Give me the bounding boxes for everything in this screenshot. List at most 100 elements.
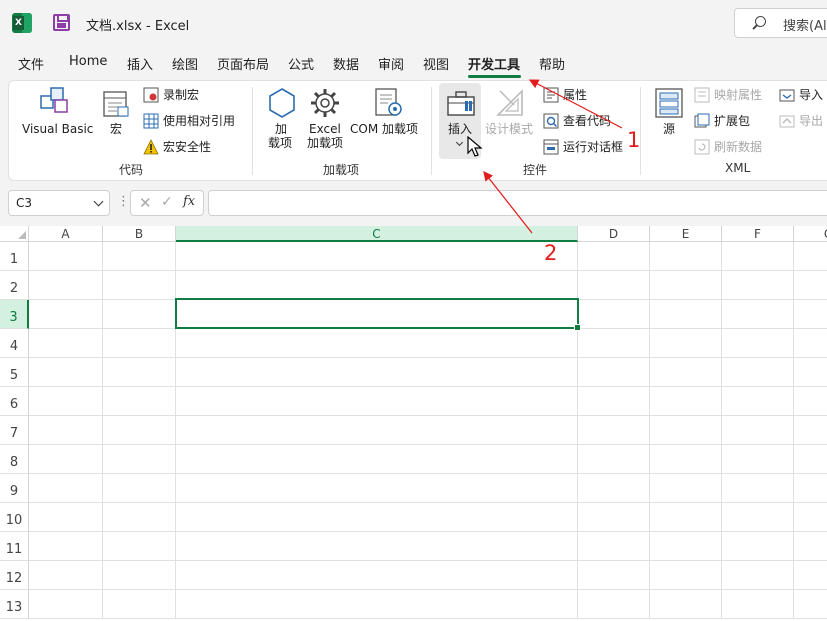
grid-cell[interactable] [578, 503, 650, 532]
row-header[interactable]: 7 [0, 416, 29, 445]
grid-cell[interactable] [176, 503, 578, 532]
grid-cell[interactable] [176, 242, 578, 271]
grid-cell[interactable] [794, 329, 827, 358]
grid-cell[interactable] [650, 329, 722, 358]
grid-cell[interactable] [176, 358, 578, 387]
grid-cell[interactable] [103, 300, 176, 329]
cancel-icon[interactable]: ✕ [139, 194, 152, 212]
grid-cell[interactable] [794, 503, 827, 532]
grid-cell[interactable] [722, 242, 794, 271]
grid-cell[interactable] [29, 590, 103, 619]
row-header[interactable]: 5 [0, 358, 29, 387]
grid-cell[interactable] [29, 300, 103, 329]
select-all-button[interactable] [0, 226, 29, 242]
grid-cell[interactable] [578, 329, 650, 358]
enter-icon[interactable]: ✓ [161, 194, 173, 210]
row-header[interactable]: 10 [0, 503, 29, 532]
grid-cell[interactable] [103, 387, 176, 416]
grid-cell[interactable] [722, 300, 794, 329]
row-header[interactable]: 3 [0, 300, 29, 329]
name-box[interactable]: C3 [8, 190, 110, 216]
row-header[interactable]: 13 [0, 590, 29, 619]
grid-cell[interactable] [103, 561, 176, 590]
grid-cell[interactable] [103, 329, 176, 358]
design-mode-button[interactable]: 设计模式 [485, 122, 533, 136]
grid-cell[interactable] [650, 358, 722, 387]
grid-cell[interactable] [176, 387, 578, 416]
excel-addins-button[interactable]: Excel [309, 122, 341, 136]
grid-cell[interactable] [794, 271, 827, 300]
grid-cell[interactable] [722, 416, 794, 445]
xml-source-button[interactable]: 源 [663, 122, 675, 136]
column-header-b[interactable]: B [103, 226, 176, 242]
grid-cell[interactable] [103, 503, 176, 532]
formula-input[interactable] [208, 190, 827, 216]
grid-cell[interactable] [103, 271, 176, 300]
row-header[interactable]: 1 [0, 242, 29, 271]
chevron-down-icon[interactable] [93, 196, 104, 207]
run-dialog-button[interactable]: 运行对话框 [563, 140, 623, 154]
grid-cell[interactable] [722, 445, 794, 474]
row-header[interactable]: 12 [0, 561, 29, 590]
grid-cell[interactable] [650, 445, 722, 474]
properties-button[interactable]: 属性 [563, 88, 587, 102]
save-icon[interactable] [53, 14, 70, 31]
grid-cell[interactable] [794, 387, 827, 416]
row-header[interactable]: 6 [0, 387, 29, 416]
grid-cell[interactable] [794, 532, 827, 561]
grid-cell[interactable] [794, 358, 827, 387]
row-header[interactable]: 4 [0, 329, 29, 358]
grid-cell[interactable] [29, 271, 103, 300]
grid-cell[interactable] [794, 300, 827, 329]
refresh-data-button[interactable]: 刷新数据 [714, 140, 762, 154]
grid-cell[interactable] [650, 300, 722, 329]
grid-cell[interactable] [176, 474, 578, 503]
grid-cell[interactable] [794, 445, 827, 474]
grid-cell[interactable] [794, 416, 827, 445]
grid-cell[interactable] [650, 590, 722, 619]
com-addins-button[interactable]: COM 加载项 [350, 122, 418, 136]
active-cell-c3[interactable] [175, 298, 581, 331]
visual-basic-button[interactable]: Visual Basic [22, 122, 93, 136]
grid-cell[interactable] [794, 561, 827, 590]
column-header-c[interactable]: C [176, 226, 578, 242]
grid-cell[interactable] [29, 242, 103, 271]
grid-cell[interactable] [176, 271, 578, 300]
export-button[interactable]: 导出 [799, 114, 823, 128]
grid-cell[interactable] [650, 474, 722, 503]
grid-cell[interactable] [103, 445, 176, 474]
grid-cell[interactable] [722, 532, 794, 561]
grid-cell[interactable] [103, 242, 176, 271]
map-properties-button[interactable]: 映射属性 [714, 88, 762, 102]
grid-cell[interactable] [722, 590, 794, 619]
macros-button[interactable]: 宏 [110, 122, 122, 136]
grid-cell[interactable] [650, 242, 722, 271]
grid-cell[interactable] [794, 590, 827, 619]
grid-cell[interactable] [578, 445, 650, 474]
grid-cell[interactable] [29, 445, 103, 474]
grid-cell[interactable] [650, 561, 722, 590]
grid-cell[interactable] [794, 242, 827, 271]
tab-home[interactable]: Home [69, 54, 107, 69]
expansion-packs-button[interactable]: 扩展包 [714, 114, 750, 128]
grid-cell[interactable] [578, 242, 650, 271]
grid-cell[interactable] [722, 358, 794, 387]
tab-review[interactable]: 审阅 [378, 54, 404, 73]
grid-cell[interactable] [103, 358, 176, 387]
grid-cell[interactable] [176, 561, 578, 590]
addins-button[interactable]: 加 [275, 122, 287, 136]
grid-cell[interactable] [578, 561, 650, 590]
column-header-e[interactable]: E [650, 226, 722, 242]
grid-cell[interactable] [722, 329, 794, 358]
grid-cell[interactable] [29, 561, 103, 590]
grid-cell[interactable] [578, 590, 650, 619]
grid-cell[interactable] [29, 358, 103, 387]
tab-view[interactable]: 视图 [423, 54, 449, 73]
column-header-g[interactable]: G [794, 226, 827, 242]
grid-cell[interactable] [29, 503, 103, 532]
grid-cell[interactable] [650, 532, 722, 561]
tab-file[interactable]: 文件 [18, 54, 44, 73]
grid-cell[interactable] [578, 300, 650, 329]
grid-cell[interactable] [103, 474, 176, 503]
grid-cell[interactable] [794, 474, 827, 503]
